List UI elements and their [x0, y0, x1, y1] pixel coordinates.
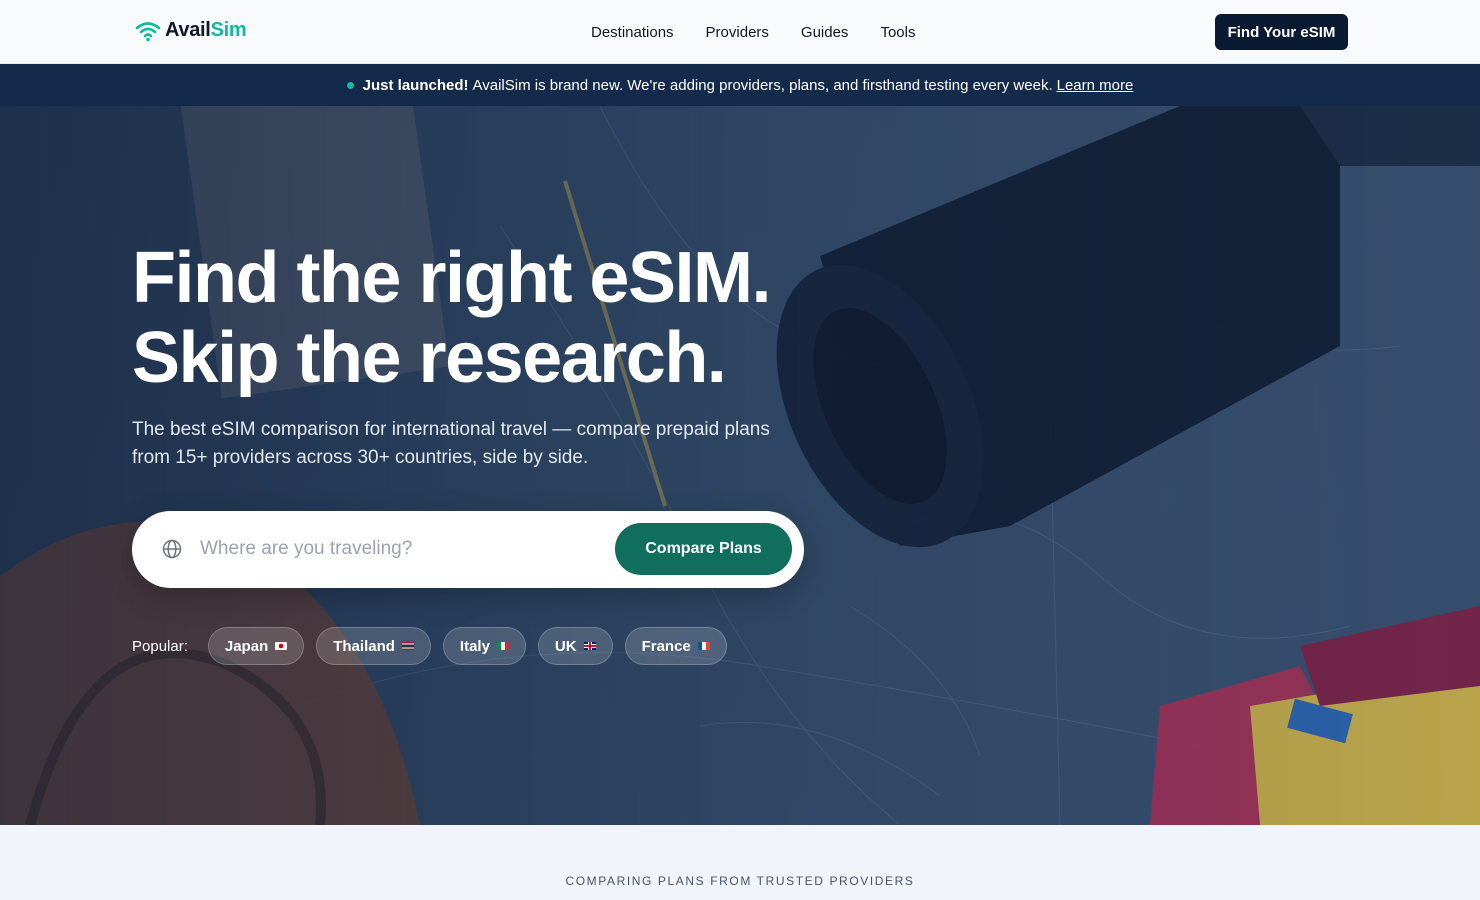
hero-subtitle: The best eSIM comparison for internation…: [132, 419, 770, 468]
top-navigation: AvailSim Destinations Providers Guides T…: [0, 0, 1480, 64]
nav-destinations[interactable]: Destinations: [591, 24, 674, 41]
hero-title-line2: Skip the research.: [132, 318, 727, 398]
nav-providers[interactable]: Providers: [706, 24, 769, 41]
uk-flag-icon: [583, 642, 596, 650]
providers-section-label: COMPARING PLANS FROM TRUSTED PROVIDERS: [565, 874, 915, 888]
popular-chip-japan[interactable]: Japan: [207, 627, 305, 665]
destination-search: Compare Plans: [132, 511, 804, 588]
hero-section: Find the right eSIM. Skip the research. …: [0, 106, 1480, 825]
announcement-bold: Just launched!: [362, 76, 469, 94]
hero-title: Find the right eSIM. Skip the research.: [132, 238, 771, 398]
chip-label: UK: [554, 637, 577, 655]
compare-plans-button[interactable]: Compare Plans: [615, 523, 792, 575]
logo-text: AvailSim: [165, 19, 247, 42]
chip-label: Japan: [224, 637, 269, 655]
globe-icon: [162, 539, 182, 559]
popular-chip-uk[interactable]: UK: [537, 627, 613, 665]
nav-guides[interactable]: Guides: [801, 24, 849, 41]
hero-title-line1: Find the right eSIM.: [132, 238, 771, 318]
chip-label: Italy: [459, 637, 490, 655]
nav-tools[interactable]: Tools: [880, 24, 915, 41]
popular-chip-thailand[interactable]: Thailand: [316, 627, 431, 665]
thailand-flag-icon: [401, 642, 414, 650]
announcement-bar: Just launched! AvailSim is brand new. We…: [0, 64, 1480, 106]
destination-input[interactable]: [200, 531, 600, 567]
main-menu: Destinations Providers Guides Tools: [591, 24, 915, 41]
japan-flag-icon: [275, 642, 288, 650]
status-dot-icon: [346, 81, 354, 89]
logo-text-part1: Avail: [165, 19, 211, 41]
popular-chip-france[interactable]: France: [624, 627, 727, 665]
popular-destinations: Popular: Japan Thailand Italy UK France: [132, 627, 739, 665]
popular-label: Popular:: [132, 637, 188, 655]
announcement-text: AvailSim is brand new. We're adding prov…: [472, 76, 1053, 94]
italy-flag-icon: [496, 642, 509, 650]
learn-more-link[interactable]: Learn more: [1057, 77, 1134, 94]
logo-text-part2: Sim: [210, 19, 247, 41]
logo[interactable]: AvailSim: [135, 19, 247, 42]
chip-label: Thailand: [333, 637, 395, 655]
france-flag-icon: [697, 642, 710, 650]
popular-chip-italy[interactable]: Italy: [442, 627, 526, 665]
find-esim-button[interactable]: Find Your eSIM: [1215, 14, 1348, 50]
chip-label: France: [641, 637, 691, 655]
wifi-icon: [135, 21, 161, 41]
